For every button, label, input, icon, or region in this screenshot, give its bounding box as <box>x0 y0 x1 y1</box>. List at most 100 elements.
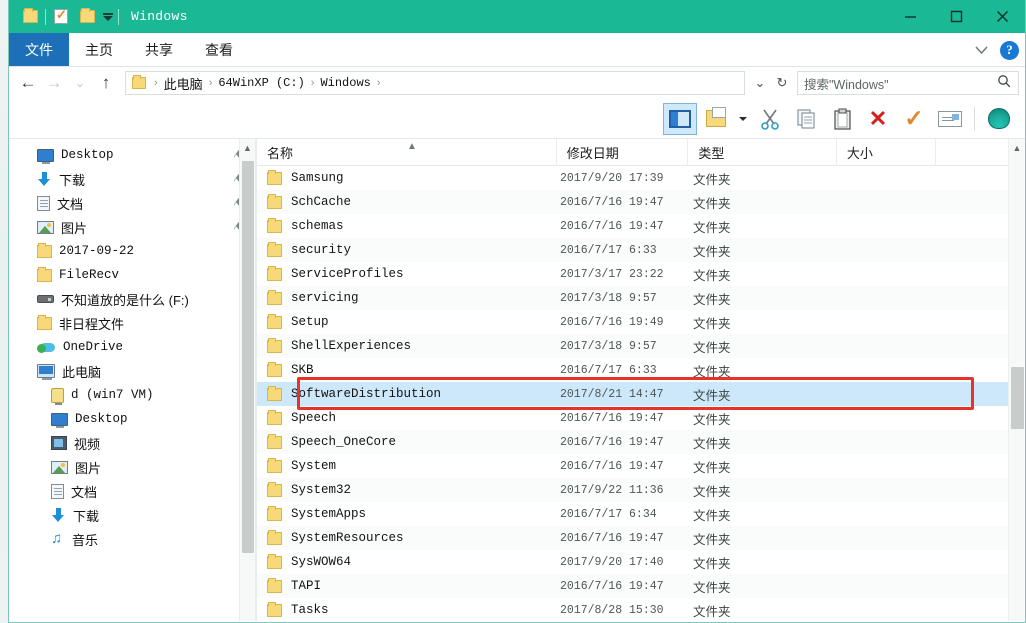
table-row[interactable]: System322017/9/22 11:36文件夹 <box>257 478 1025 502</box>
folder-icon <box>267 388 282 401</box>
column-header-size[interactable]: 大小 <box>837 139 936 166</box>
file-name-label: SystemApps <box>291 507 366 521</box>
file-name-cell: Speech_OneCore <box>257 435 560 449</box>
rename-button[interactable] <box>933 103 967 135</box>
folder-icon[interactable] <box>17 4 43 30</box>
sidebar-item[interactable]: 下载 <box>9 503 255 527</box>
sidebar-item-label: 视频 <box>74 434 100 453</box>
sidebar-item[interactable]: 视频 <box>9 431 255 455</box>
sidebar-item[interactable]: 文档⚑ <box>9 191 255 215</box>
forward-button[interactable]: → <box>41 70 67 96</box>
new-folder-button[interactable] <box>699 103 733 135</box>
paste-button[interactable] <box>825 103 859 135</box>
chevron-down-icon[interactable] <box>100 4 116 30</box>
picture-icon <box>37 221 54 234</box>
column-header-name[interactable]: 名称 ▲ <box>257 139 557 166</box>
scroll-up-icon[interactable]: ▲ <box>240 139 255 156</box>
divider <box>45 9 46 25</box>
file-list-scrollbar[interactable]: ▲ <box>1008 139 1025 621</box>
sidebar-item[interactable]: 图片⚑ <box>9 215 255 239</box>
copy-button[interactable] <box>789 103 823 135</box>
file-name-cell: ServiceProfiles <box>257 267 560 281</box>
table-row[interactable]: TAPI2016/7/16 19:47文件夹 <box>257 574 1025 598</box>
file-list-pane: 名称 ▲ 修改日期 类型 大小 Samsung2017/9/20 17:39文件… <box>257 139 1025 621</box>
sidebar-item[interactable]: ♫音乐 <box>9 527 255 551</box>
table-row[interactable]: schemas2016/7/16 19:47文件夹 <box>257 214 1025 238</box>
table-row[interactable]: servicing2017/3/18 9:57文件夹 <box>257 286 1025 310</box>
recent-locations-button[interactable]: ⌄ <box>67 70 93 96</box>
document-icon <box>51 484 64 499</box>
table-row[interactable]: SoftwareDistribution2017/8/21 14:47文件夹 <box>257 382 1025 406</box>
preview-pane-button[interactable] <box>663 103 697 135</box>
folder-icon <box>267 508 282 521</box>
file-type-cell: 文件夹 <box>693 289 843 308</box>
table-row[interactable]: Samsung2017/9/20 17:39文件夹 <box>257 166 1025 190</box>
new-folder-icon[interactable] <box>74 4 100 30</box>
table-row[interactable]: SysWOW642017/9/20 17:40文件夹 <box>257 550 1025 574</box>
file-name-cell: Tasks <box>257 603 560 617</box>
table-row[interactable]: security2016/7/17 6:33文件夹 <box>257 238 1025 262</box>
sidebar-item[interactable]: d (win7 VM) <box>9 383 255 407</box>
maximize-button[interactable] <box>933 0 979 33</box>
sidebar-item[interactable]: Desktop <box>9 407 255 431</box>
refresh-button[interactable]: ↻ <box>771 71 793 95</box>
delete-button[interactable]: ✕ <box>861 103 895 135</box>
tab-share[interactable]: 共享 <box>129 33 189 66</box>
table-row[interactable]: Speech_OneCore2016/7/16 19:47文件夹 <box>257 430 1025 454</box>
search-input[interactable]: 搜索"Windows" <box>797 71 1019 95</box>
scrollbar-thumb[interactable] <box>1011 367 1024 429</box>
chevron-down-icon[interactable] <box>968 37 994 63</box>
address-dropdown-button[interactable]: ⌄ <box>749 71 771 95</box>
sidebar-item[interactable]: Desktop⚑ <box>9 143 255 167</box>
breadcrumb-item-2[interactable]: Windows <box>318 76 372 90</box>
navigation-scrollbar[interactable]: ▲ <box>239 139 255 621</box>
sidebar-item[interactable]: 此电脑 <box>9 359 255 383</box>
sidebar-item-label: 2017-09-22 <box>59 244 134 258</box>
sidebar-item[interactable]: 图片 <box>9 455 255 479</box>
table-row[interactable]: Speech2016/7/16 19:47文件夹 <box>257 406 1025 430</box>
column-header-date[interactable]: 修改日期 <box>557 139 689 166</box>
minimize-button[interactable] <box>887 0 933 33</box>
navigation-list: Desktop⚑下载⚑文档⚑图片⚑ 2017-09-22 FileRecv 不知道放的… <box>9 139 255 551</box>
column-header-type[interactable]: 类型 <box>688 139 836 166</box>
tab-view[interactable]: 查看 <box>189 33 249 66</box>
table-row[interactable]: ServiceProfiles2017/3/17 23:22文件夹 <box>257 262 1025 286</box>
file-date-cell: 2016/7/17 6:33 <box>560 244 693 257</box>
table-row[interactable]: Setup2016/7/16 19:49文件夹 <box>257 310 1025 334</box>
sidebar-item[interactable]: FileRecv <box>9 263 255 287</box>
scrollbar-thumb[interactable] <box>242 161 254 553</box>
table-row[interactable]: SchCache2016/7/16 19:47文件夹 <box>257 190 1025 214</box>
sidebar-item[interactable]: 非日程文件 <box>9 311 255 335</box>
file-type-cell: 文件夹 <box>693 169 843 188</box>
sidebar-item[interactable]: OneDrive <box>9 335 255 359</box>
sidebar-item[interactable]: 不知道放的是什么 (F:) <box>9 287 255 311</box>
properties-icon[interactable] <box>48 4 74 30</box>
table-row[interactable]: SystemApps2016/7/17 6:34文件夹 <box>257 502 1025 526</box>
close-button[interactable] <box>979 0 1025 33</box>
help-icon[interactable]: ? <box>1000 41 1019 60</box>
table-row[interactable]: ShellExperiences2017/3/18 9:57文件夹 <box>257 334 1025 358</box>
shell-button[interactable] <box>982 103 1016 135</box>
scroll-up-icon[interactable]: ▲ <box>1009 139 1025 156</box>
table-row[interactable]: SystemResources2016/7/16 19:47文件夹 <box>257 526 1025 550</box>
table-row[interactable]: Tasks2017/8/28 15:30文件夹 <box>257 598 1025 621</box>
back-button[interactable]: ← <box>15 70 41 96</box>
breadcrumb[interactable]: › 此电脑 › 64WinXP (C:) › Windows › <box>125 71 745 95</box>
new-folder-dropdown[interactable] <box>735 103 751 135</box>
breadcrumb-item-1[interactable]: 64WinXP (C:) <box>216 76 306 90</box>
tab-home[interactable]: 主页 <box>69 33 129 66</box>
sidebar-item-label: 不知道放的是什么 (F:) <box>61 290 189 309</box>
file-date-cell: 2017/3/18 9:57 <box>560 340 693 353</box>
confirm-button[interactable]: ✓ <box>897 103 931 135</box>
table-row[interactable]: SKB2016/7/17 6:33文件夹 <box>257 358 1025 382</box>
table-row[interactable]: System2016/7/16 19:47文件夹 <box>257 454 1025 478</box>
up-button[interactable]: ↑ <box>93 70 119 96</box>
monitor-icon <box>51 413 68 426</box>
sidebar-item[interactable]: 下载⚑ <box>9 167 255 191</box>
file-name-label: SystemResources <box>291 531 404 545</box>
breadcrumb-item-0[interactable]: 此电脑 <box>162 74 205 93</box>
sidebar-item[interactable]: 文档 <box>9 479 255 503</box>
tab-file[interactable]: 文件 <box>9 33 69 66</box>
cut-button[interactable] <box>753 103 787 135</box>
sidebar-item[interactable]: 2017-09-22 <box>9 239 255 263</box>
